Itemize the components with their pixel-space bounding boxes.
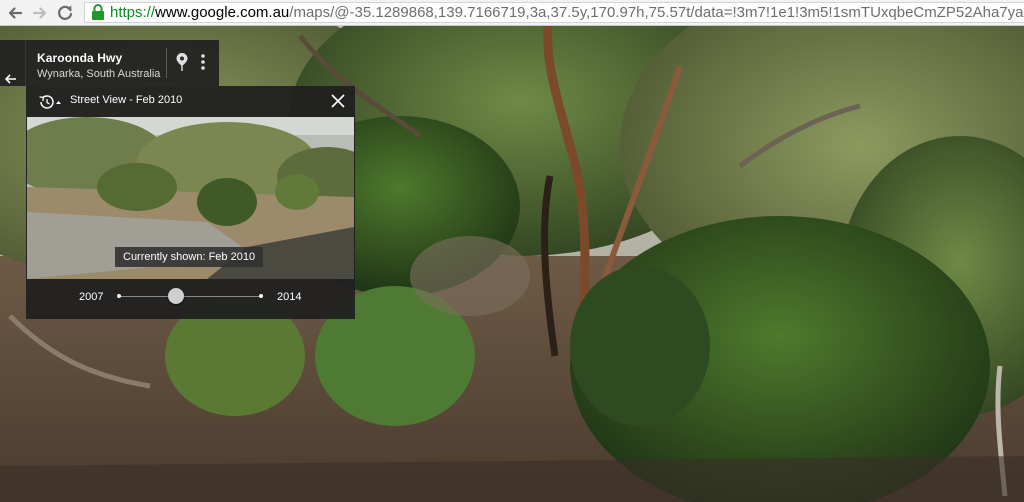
url-host: www.google.com.au	[155, 4, 290, 21]
back-arrow-icon[interactable]	[3, 71, 19, 87]
address-bar[interactable]: https://www.google.com.au/maps/@-35.1289…	[84, 2, 1024, 23]
lock-icon	[92, 4, 104, 20]
forward-arrow-icon	[32, 7, 47, 19]
end-year-label: 2014	[277, 291, 302, 303]
card-divider	[25, 40, 26, 86]
card-separator	[166, 48, 167, 78]
timeline-start-dot	[117, 294, 121, 298]
location-subtitle: Wynarka, South Australia	[37, 68, 161, 80]
forward-button[interactable]	[29, 2, 51, 24]
location-title: Karoonda Hwy	[37, 51, 123, 65]
time-machine-title: Street View - Feb 2010	[70, 94, 183, 106]
current-date-tooltip: Currently shown: Feb 2010	[115, 247, 264, 267]
more-vert-icon[interactable]	[198, 52, 208, 72]
history-clock-icon[interactable]	[37, 94, 63, 110]
url-path: /maps/@-35.1289868,139.7166719,3a,37.5y,…	[289, 4, 1024, 21]
timeline-end-dot	[259, 294, 263, 298]
pin-icon[interactable]	[175, 52, 189, 72]
back-button[interactable]	[4, 2, 26, 24]
location-card: Karoonda Hwy Wynarka, South Australia	[0, 40, 219, 86]
start-year-label: 2007	[79, 291, 104, 303]
back-arrow-icon	[8, 7, 23, 19]
browser-toolbar: https://www.google.com.au/maps/@-35.1289…	[0, 0, 1024, 26]
url-scheme: https://	[110, 4, 156, 21]
reload-icon	[58, 5, 73, 20]
reload-button[interactable]	[54, 2, 76, 24]
timeline-slider-track[interactable]	[119, 296, 261, 297]
timeline-slider-handle[interactable]	[167, 288, 184, 304]
close-icon[interactable]	[330, 93, 346, 109]
time-machine-panel: Street View - Feb 2010 Currently shown: …	[26, 86, 355, 319]
